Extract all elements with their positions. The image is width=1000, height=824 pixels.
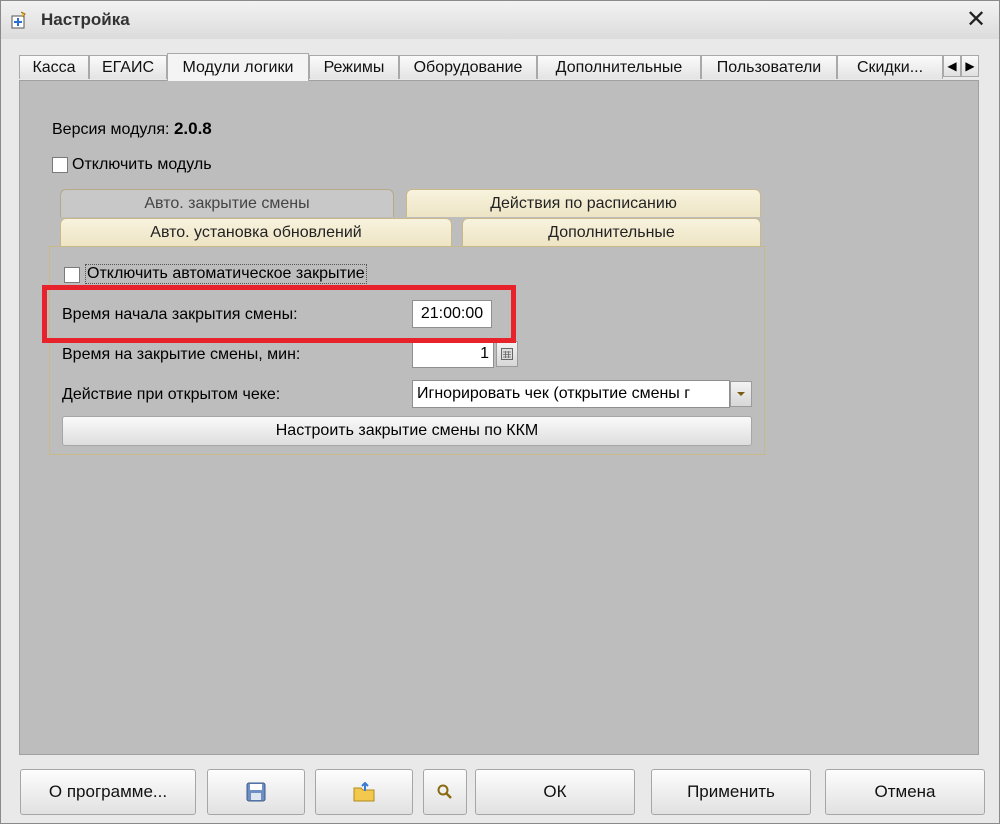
- tab-kassa[interactable]: Касса: [19, 55, 89, 79]
- tab-inner-additional[interactable]: Дополнительные: [462, 218, 761, 246]
- tab-label: Режимы: [323, 59, 385, 76]
- open-folder-icon[interactable]: [315, 769, 413, 815]
- disable-module-checkbox[interactable]: [52, 157, 68, 173]
- tab-auto-update[interactable]: Авто. установка обновлений: [60, 218, 452, 246]
- module-version: Версия модуля: 2.0.8: [52, 119, 212, 139]
- inner-tab-label: Дополнительные: [548, 224, 675, 241]
- tab-modes[interactable]: Режимы: [309, 55, 399, 79]
- tab-auto-close-shift[interactable]: Авто. закрытие смены: [60, 189, 394, 217]
- about-button[interactable]: О программе...: [20, 769, 196, 815]
- settings-app-icon: [11, 11, 26, 29]
- duration-label: Время на закрытие смены, мин:: [62, 346, 301, 363]
- apply-button[interactable]: Применить: [651, 769, 811, 815]
- save-icon[interactable]: [207, 769, 305, 815]
- tab-scheduled-actions[interactable]: Действия по расписанию: [406, 189, 761, 217]
- tab-label: Дополнительные: [555, 59, 683, 76]
- tab-additional[interactable]: Дополнительные: [537, 55, 701, 79]
- tab-users[interactable]: Пользователи: [701, 55, 837, 79]
- disable-module-label: Отключить модуль: [72, 156, 212, 173]
- highlight-box: [42, 285, 516, 343]
- window-title: Настройка: [41, 10, 130, 29]
- open-receipt-select[interactable]: Игнорировать чек (открытие смены г: [412, 380, 730, 408]
- tab-label: Пользователи: [716, 59, 822, 76]
- inner-tab-label: Действия по расписанию: [490, 195, 677, 212]
- disable-auto-close-label: Отключить автоматическое закрытие: [85, 264, 367, 284]
- tab-logic-modules[interactable]: Модули логики: [167, 53, 309, 81]
- search-icon[interactable]: [423, 769, 467, 815]
- open-receipt-label: Действие при открытом чеке:: [62, 386, 281, 403]
- tab-egais[interactable]: ЕГАИС: [89, 55, 167, 79]
- tab-label: Касса: [32, 59, 76, 76]
- tab-label: Модули логики: [182, 59, 294, 76]
- tab-equipment[interactable]: Оборудование: [399, 55, 537, 79]
- configure-kkm-close-button[interactable]: Настроить закрытие смены по ККМ: [62, 416, 752, 446]
- main-tab-strip: Касса ЕГАИС Модули логики Режимы Оборудо…: [19, 53, 979, 81]
- inner-tab-label: Авто. установка обновлений: [150, 224, 362, 241]
- ok-button[interactable]: ОК: [475, 769, 635, 815]
- version-label: Версия модуля:: [52, 121, 170, 138]
- disable-auto-close-checkbox[interactable]: [64, 267, 80, 283]
- tab-label: ЕГАИС: [102, 59, 154, 76]
- logic-modules-panel: Версия модуля: 2.0.8 Отключить модуль Ав…: [19, 80, 979, 755]
- tab-scroll-right-icon[interactable]: ▶: [961, 55, 979, 77]
- duration-input[interactable]: 1: [412, 340, 494, 368]
- auto-close-settings-panel: Отключить автоматическое закрытие Время …: [49, 246, 765, 455]
- chevron-down-icon[interactable]: [730, 381, 752, 407]
- close-icon[interactable]: ✕: [963, 7, 989, 33]
- version-value: 2.0.8: [173, 119, 212, 138]
- tab-label: Оборудование: [413, 59, 523, 76]
- calculator-icon[interactable]: [496, 341, 518, 367]
- tab-scroll-left-icon[interactable]: ◀: [943, 55, 961, 77]
- tab-label: Скидки...: [856, 59, 924, 76]
- title-bar: Настройка ✕: [1, 1, 999, 39]
- inner-tab-label: Авто. закрытие смены: [144, 195, 310, 212]
- cancel-button[interactable]: Отмена: [825, 769, 985, 815]
- settings-window: Настройка ✕ Касса ЕГАИС Модули логики Ре…: [0, 0, 1000, 824]
- tab-discounts[interactable]: Скидки...: [837, 55, 943, 79]
